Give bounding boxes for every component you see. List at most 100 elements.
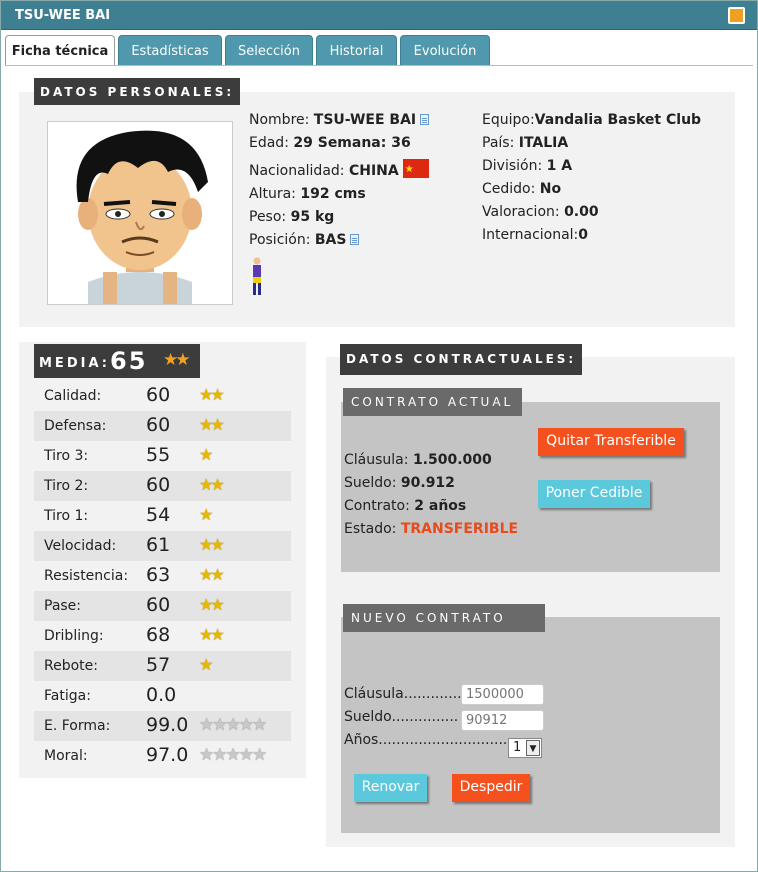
stat-row: Fatiga: 0.0 <box>34 681 291 711</box>
stat-value: 63 <box>146 564 171 586</box>
tab-ficha-tecnica[interactable]: Ficha técnica <box>5 35 115 66</box>
cedido-label: Cedido: <box>482 181 536 197</box>
stat-row: Calidad: 60 ★★ <box>34 381 291 411</box>
document-icon[interactable] <box>350 234 360 245</box>
stat-stars-icon: ★ <box>199 505 213 524</box>
media-stars-icon: ★★ <box>163 350 191 370</box>
contract-header: DATOS CONTRACTUALES: <box>340 344 583 375</box>
nacionalidad-label: Nacionalidad: <box>249 163 345 179</box>
stat-row: Resistencia: 63 ★★ <box>34 561 291 591</box>
new-contract-header: NUEVO CONTRATO <box>343 604 545 632</box>
altura-value: 192 cms <box>300 186 366 202</box>
nombre-label: Nombre: <box>249 112 310 128</box>
clausula-value: 1.500.000 <box>412 452 492 468</box>
despedir-button[interactable]: Despedir <box>452 774 530 802</box>
stat-label: Resistencia: <box>44 568 129 584</box>
personal-info-right: Equipo:Vandalia Basket Club País: ITALIA… <box>482 109 732 247</box>
new-anios-label: Años.............................. <box>344 732 512 748</box>
player-figure-icon <box>251 257 263 301</box>
edad-value: 29 Semana: 36 <box>293 135 411 151</box>
stat-value: 55 <box>146 444 171 466</box>
document-icon[interactable] <box>420 114 430 125</box>
anios-selected-value: 1 <box>513 740 522 755</box>
equipo-label: Equipo: <box>482 112 535 128</box>
peso-value: 95 kg <box>290 209 335 225</box>
stat-stars-icon: ★★ <box>199 625 225 644</box>
stat-stars-icon: ★★ <box>199 385 225 404</box>
stat-label: Dribling: <box>44 628 104 644</box>
stat-stars-icon: ★★ <box>199 475 225 494</box>
stat-label: Calidad: <box>44 388 102 404</box>
quitar-transferible-button[interactable]: Quitar Transferible <box>538 428 684 456</box>
sueldo-value: 90.912 <box>400 475 455 491</box>
personal-info-left: Nombre: TSU-WEE BAI Edad: 29 Semana: 36 … <box>249 109 479 252</box>
title-bar: TSU-WEE BAI <box>1 1 757 30</box>
stat-stars-icon: ★★ <box>199 415 225 434</box>
stat-stars-icon: ★★ <box>199 595 225 614</box>
stat-value: 0.0 <box>146 684 177 706</box>
stat-row: Pase: 60 ★★ <box>34 591 291 621</box>
stat-label: Defensa: <box>44 418 107 434</box>
media-value: 65 <box>110 347 148 375</box>
valoracion-label: Valoracion: <box>482 204 560 220</box>
stat-value: 60 <box>146 414 171 436</box>
stat-value: 60 <box>146 384 171 406</box>
tab-divider <box>5 65 753 66</box>
estado-value: TRANSFERIBLE <box>400 521 519 537</box>
equipo-value[interactable]: Vandalia Basket Club <box>535 112 701 128</box>
close-icon[interactable] <box>728 7 745 24</box>
clausula-label: Cláusula: <box>344 452 409 468</box>
new-clausula-input[interactable] <box>461 684 544 705</box>
player-avatar <box>47 121 233 305</box>
stat-row: Velocidad: 61 ★★ <box>34 531 291 561</box>
altura-label: Altura: <box>249 186 296 202</box>
media-header: MEDIA: 65 ★★ <box>34 344 200 378</box>
contrato-value: 2 años <box>414 498 467 514</box>
stat-row: Rebote: 57 ★ <box>34 651 291 681</box>
stat-stars-icon: ★★ <box>199 535 225 554</box>
stat-stars-icon: ★★★★★ <box>199 715 267 735</box>
poner-cedible-button[interactable]: Poner Cedible <box>538 480 650 508</box>
stat-label: E. Forma: <box>44 718 111 734</box>
current-contract-info: Cláusula: 1.500.000 Sueldo: 90.912 Contr… <box>344 449 534 541</box>
stat-value: 54 <box>146 504 171 526</box>
pais-value: ITALIA <box>518 135 569 151</box>
stat-value: 60 <box>146 474 171 496</box>
new-sueldo-input[interactable] <box>461 710 544 731</box>
stat-value: 60 <box>146 594 171 616</box>
china-flag-icon <box>402 158 429 181</box>
stat-label: Tiro 1: <box>44 508 89 524</box>
stat-row: Tiro 2: 60 ★★ <box>34 471 291 501</box>
tab-historial[interactable]: Historial <box>316 35 397 65</box>
nacionalidad-value: CHINA <box>348 163 399 179</box>
stat-value: 97.0 <box>146 744 189 766</box>
valoracion-value: 0.00 <box>564 204 599 220</box>
stat-stars-icon: ★★ <box>199 565 225 584</box>
stat-row: E. Forma: 99.0 ★★★★★ <box>34 711 291 741</box>
stat-value: 57 <box>146 654 171 676</box>
personal-data-header: DATOS PERSONALES: <box>34 78 241 105</box>
stat-row: Tiro 3: 55 ★ <box>34 441 291 471</box>
anios-select[interactable]: 1 ▼ <box>508 738 542 758</box>
stat-stars-icon: ★ <box>199 445 213 464</box>
internacional-label: Internacional: <box>482 227 579 243</box>
chevron-down-icon[interactable]: ▼ <box>526 740 540 756</box>
stat-value: 99.0 <box>146 714 189 736</box>
stat-label: Tiro 3: <box>44 448 89 464</box>
stat-label: Velocidad: <box>44 538 117 554</box>
stat-value: 61 <box>146 534 171 556</box>
tab-estadisticas[interactable]: Estadísticas <box>118 35 222 65</box>
media-label: MEDIA: <box>39 356 110 371</box>
player-window: TSU-WEE BAI Ficha técnica Estadísticas S… <box>0 0 758 872</box>
nombre-value: TSU-WEE BAI <box>313 112 417 128</box>
renovar-button[interactable]: Renovar <box>354 774 427 802</box>
stat-row: Tiro 1: 54 ★ <box>34 501 291 531</box>
internacional-value: 0 <box>578 227 589 243</box>
posicion-label: Posición: <box>249 232 311 248</box>
tab-seleccion[interactable]: Selección <box>225 35 313 65</box>
pais-label: País: <box>482 135 515 151</box>
stat-label: Fatiga: <box>44 688 91 704</box>
sueldo-label: Sueldo: <box>344 475 397 491</box>
tab-evolucion[interactable]: Evolución <box>400 35 490 65</box>
division-label: División: <box>482 158 543 174</box>
